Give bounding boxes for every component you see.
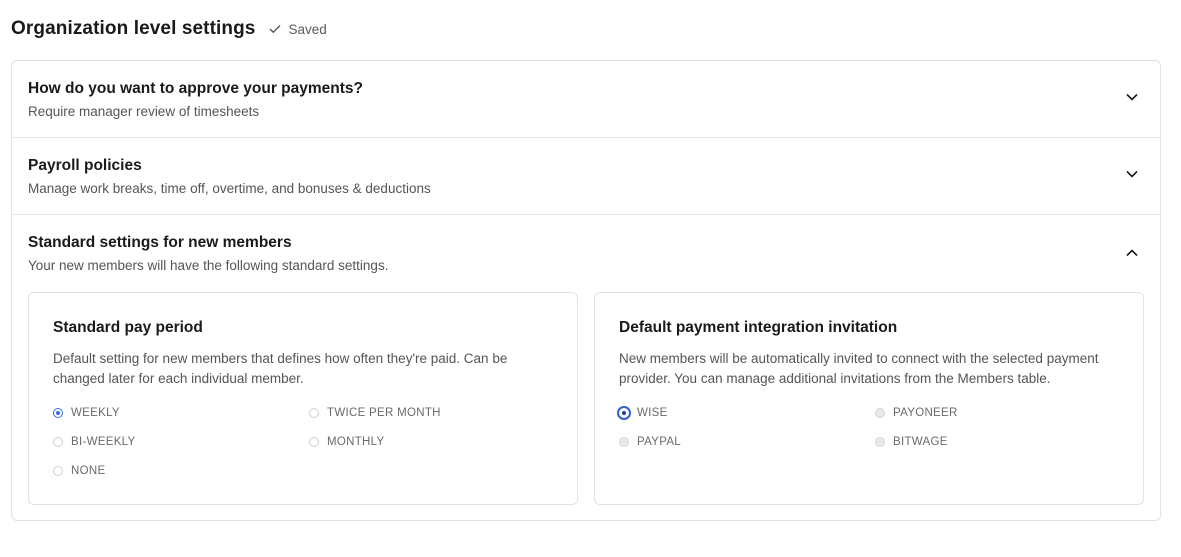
option-label: BI-WEEKLY	[71, 435, 136, 448]
radio-option-paypal[interactable]: PAYPAL	[619, 432, 875, 451]
section-standard-settings: Standard settings for new members Your n…	[12, 215, 1160, 521]
check-icon	[269, 25, 281, 34]
saved-status: Saved	[269, 21, 327, 37]
option-label: WISE	[637, 406, 668, 419]
option-label: BITWAGE	[893, 435, 948, 448]
settings-card: How do you want to approve your payments…	[11, 60, 1161, 521]
radio-button[interactable]	[309, 407, 319, 418]
option-label: PAYONEER	[893, 406, 958, 419]
standard-settings-panels: Standard pay period Default setting for …	[12, 292, 1160, 521]
payment-integration-title: Default payment integration invitation	[619, 319, 898, 336]
section-payroll-policies: Payroll policies Manage work breaks, tim…	[12, 138, 1160, 215]
radio-option-payoneer[interactable]: PAYONEER	[875, 403, 1131, 422]
option-label: MONTHLY	[327, 435, 385, 448]
radio-button[interactable]	[53, 407, 63, 418]
section-payroll-policies-header[interactable]: Payroll policies Manage work breaks, tim…	[12, 138, 1160, 215]
option-label: TWICE PER MONTH	[327, 406, 441, 419]
option-label: NONE	[71, 464, 106, 477]
chevron-down-icon[interactable]	[1126, 93, 1138, 101]
page-title: Organization level settings	[11, 18, 256, 39]
option-label: PAYPAL	[637, 435, 681, 448]
pay-period-title: Standard pay period	[53, 319, 203, 336]
payment-integration-panel: Default payment integration invitation N…	[594, 292, 1144, 505]
payment-integration-options: WISE PAYONEER PAYPAL BITWAGE	[617, 403, 1119, 451]
radio-button[interactable]	[617, 405, 631, 420]
section-title: Standard settings for new members	[28, 234, 292, 251]
radio-option-bitwage[interactable]: BITWAGE	[875, 432, 1131, 451]
chevron-up-icon[interactable]	[1126, 249, 1138, 257]
radio-button[interactable]	[875, 407, 885, 418]
section-title: Payroll policies	[28, 157, 142, 174]
section-standard-settings-header[interactable]: Standard settings for new members Your n…	[12, 215, 1160, 292]
section-approve-payments-header[interactable]: How do you want to approve your payments…	[12, 61, 1160, 138]
radio-button[interactable]	[309, 436, 319, 447]
section-subtitle: Require manager review of timesheets	[28, 104, 260, 119]
pay-period-description: Default setting for new members that def…	[53, 351, 508, 386]
radio-option-none[interactable]: NONE	[53, 461, 309, 480]
radio-option-twice-per-month[interactable]: TWICE PER MONTH	[309, 403, 565, 422]
pay-period-options: WEEKLY TWICE PER MONTH BI-WEEKLY MONTHLY	[53, 403, 553, 480]
section-title: How do you want to approve your payments…	[28, 80, 364, 97]
section-subtitle: Manage work breaks, time off, overtime, …	[28, 181, 431, 196]
radio-button[interactable]	[53, 465, 63, 476]
radio-option-weekly[interactable]: WEEKLY	[53, 403, 309, 422]
page-header: Organization level settings Saved	[11, 18, 327, 40]
radio-option-monthly[interactable]: MONTHLY	[309, 432, 565, 451]
section-approve-payments: How do you want to approve your payments…	[12, 61, 1160, 138]
radio-option-bi-weekly[interactable]: BI-WEEKLY	[53, 432, 309, 451]
payment-integration-description: New members will be automatically invite…	[619, 351, 1099, 386]
radio-option-wise[interactable]: WISE	[617, 403, 875, 422]
pay-period-panel: Standard pay period Default setting for …	[28, 292, 578, 505]
radio-button[interactable]	[619, 436, 629, 447]
saved-label: Saved	[288, 21, 327, 37]
chevron-down-icon[interactable]	[1126, 170, 1138, 178]
section-subtitle: Your new members will have the following…	[28, 258, 389, 273]
radio-button[interactable]	[53, 436, 63, 447]
radio-button[interactable]	[875, 436, 885, 447]
option-label: WEEKLY	[71, 406, 120, 419]
